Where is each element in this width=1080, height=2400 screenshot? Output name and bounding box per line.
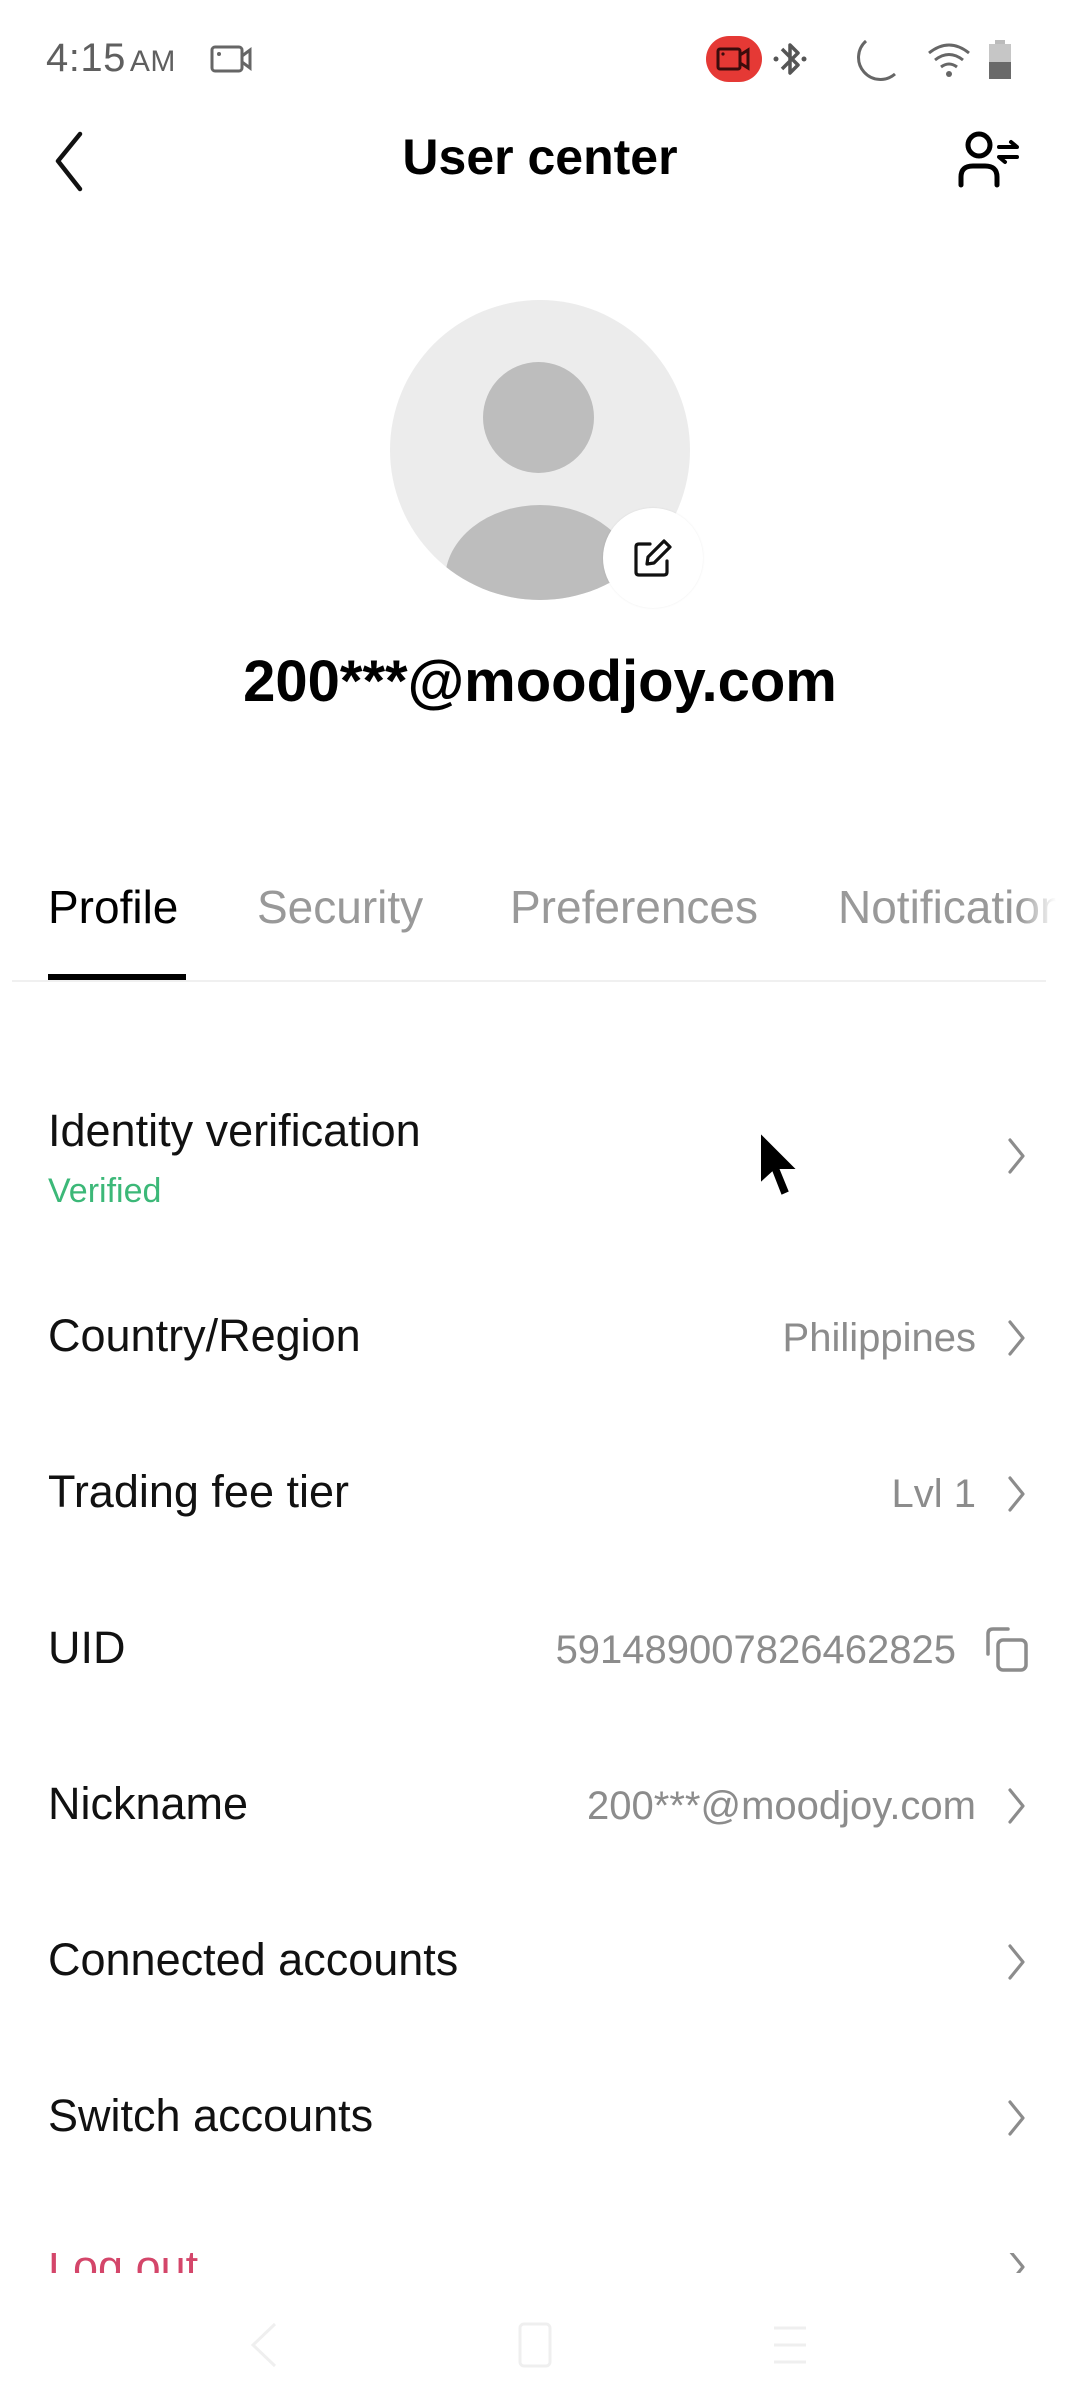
row-log-out[interactable]: Log out — [0, 2253, 1080, 2273]
edit-pencil-icon — [634, 539, 672, 577]
row-label: Identity verification — [48, 1105, 421, 1156]
row-label: Switch accounts — [48, 2090, 374, 2141]
row-switch-accounts[interactable]: Switch accounts — [0, 2040, 1080, 2196]
row-uid: UID 591489007826462825 — [0, 1572, 1080, 1728]
chevron-right-icon — [1008, 1138, 1025, 1174]
chevron-right-icon — [1008, 1788, 1025, 1824]
row-nickname[interactable]: Nickname 200***@moodjoy.com — [0, 1728, 1080, 1884]
status-time: 4:15 AM — [46, 36, 176, 81]
row-label: Country/Region — [48, 1310, 361, 1361]
row-value: 200***@moodjoy.com — [587, 1784, 976, 1828]
chevron-right-icon — [1008, 1320, 1025, 1356]
tab-security[interactable]: Security — [257, 880, 423, 934]
switch-account-button[interactable] — [955, 130, 1025, 190]
default-avatar-icon — [483, 362, 594, 473]
account-email: 200***@moodjoy.com — [243, 649, 837, 714]
mouse-cursor-icon — [759, 1130, 801, 1198]
edit-avatar-button[interactable] — [603, 508, 703, 608]
chevron-right-icon — [1008, 1944, 1025, 1980]
battery-icon — [987, 40, 1013, 85]
row-label: UID — [48, 1622, 126, 1673]
tabs-divider — [12, 980, 1046, 982]
log-out-label: Log out — [48, 2253, 198, 2273]
row-label: Connected accounts — [48, 1934, 459, 1985]
tab-preferences[interactable]: Preferences — [510, 880, 758, 934]
wifi-icon — [927, 42, 971, 85]
tab-overflow-fade — [1020, 880, 1080, 970]
row-value: Philippines — [782, 1316, 976, 1360]
chevron-right-icon — [1008, 1476, 1025, 1512]
page-title: User center — [402, 129, 678, 185]
home-nav-icon[interactable] — [515, 2320, 555, 2370]
row-label: Trading fee tier — [48, 1466, 349, 1517]
do-not-disturb-moon-icon — [852, 38, 898, 87]
status-time-text: 4:15 — [46, 36, 126, 80]
status-ampm: AM — [129, 45, 176, 78]
row-trading-fee-tier[interactable]: Trading fee tier Lvl 1 — [0, 1416, 1080, 1572]
tab-profile[interactable]: Profile — [48, 880, 178, 934]
chevron-right-icon — [1009, 2253, 1025, 2273]
row-connected-accounts[interactable]: Connected accounts — [0, 1884, 1080, 2040]
back-nav-icon[interactable] — [245, 2320, 285, 2370]
row-identity-verification[interactable]: Identity verification Verified — [0, 1060, 1080, 1216]
screen-record-icon — [210, 44, 254, 79]
row-value: Lvl 1 — [891, 1472, 977, 1516]
chevron-right-icon — [1008, 2100, 1025, 2136]
uid-value: 591489007826462825 — [555, 1628, 956, 1672]
recents-nav-icon[interactable] — [770, 2320, 810, 2370]
row-label: Nickname — [48, 1778, 249, 1829]
bluetooth-icon — [773, 38, 807, 85]
user-switch-icon — [958, 131, 1019, 188]
tab-bar: Profile Security Preferences Notificatio… — [0, 880, 1080, 980]
copy-icon[interactable] — [982, 1624, 1032, 1674]
system-nav-bar — [0, 2290, 1080, 2400]
row-country-region[interactable]: Country/Region Philippines — [0, 1260, 1080, 1416]
screen-recording-active-icon — [706, 36, 762, 87]
verification-status-badge: Verified — [48, 1172, 162, 1210]
